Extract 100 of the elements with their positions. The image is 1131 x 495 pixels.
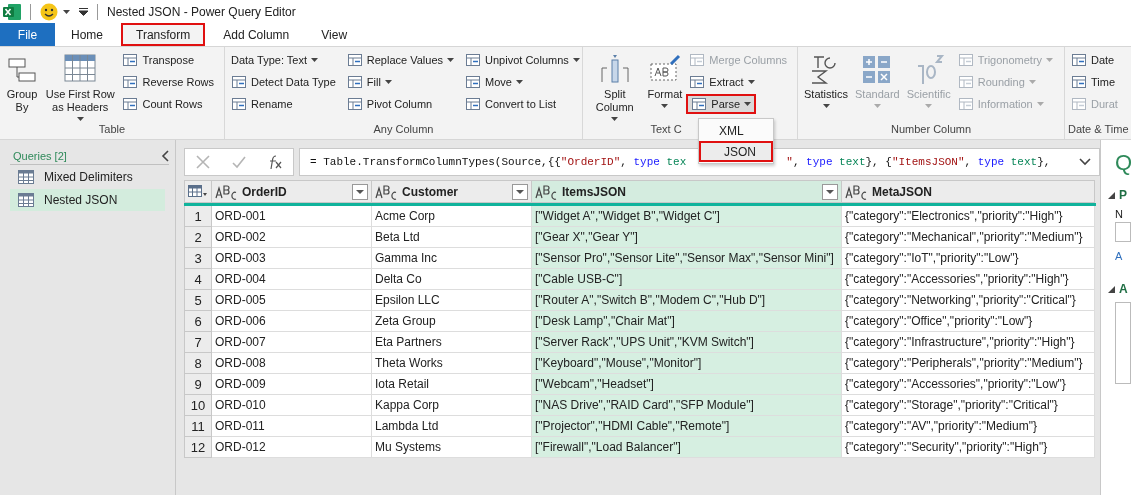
ribbon-button[interactable]: Time — [1068, 72, 1119, 92]
ribbon-tab[interactable]: Home — [57, 23, 117, 46]
ribbon-tab[interactable]: Add Column — [209, 23, 304, 46]
ribbon-button[interactable]: Split Column — [586, 50, 644, 122]
ribbon-button[interactable]: Extract — [686, 72, 758, 92]
ribbon-button[interactable]: Unpivot Columns — [462, 50, 583, 70]
expand-icon — [1079, 158, 1091, 166]
table-cell: ["Keyboard","Mouse","Monitor"] — [532, 353, 842, 374]
ribbon-button[interactable]: Move — [462, 72, 526, 92]
ribbon-button[interactable]: Convert to List — [462, 94, 559, 114]
row-number: 1 — [184, 206, 212, 227]
ribbon-icon — [346, 96, 363, 112]
menu-item[interactable]: XML — [699, 120, 773, 141]
table-cell: ["Widget A","Widget B","Widget C"] — [532, 206, 842, 227]
ribbon-icon — [689, 74, 706, 90]
table-cell: ["Webcam","Headset"] — [532, 374, 842, 395]
ribbon-button[interactable]: Reverse Rows — [119, 72, 217, 92]
name-field[interactable] — [1115, 222, 1131, 242]
ribbon-button[interactable]: Data Type: Text — [228, 50, 322, 70]
query-item[interactable]: Mixed Delimiters — [10, 166, 165, 188]
cancel-icon — [195, 154, 211, 170]
table-cell: ["Gear X","Gear Y"] — [532, 227, 842, 248]
ribbon-button[interactable]: Pivot Column — [343, 94, 436, 114]
table-cell: {"category":"Storage","priority":"Critical"} — [842, 395, 1095, 416]
ribbon-button[interactable]: Detect Data Type — [228, 72, 339, 92]
table-cell: ORD-011 — [212, 416, 372, 437]
column-header[interactable]: OrderID — [212, 180, 372, 203]
ribbon-icon — [689, 52, 706, 68]
section-heading: P — [1119, 188, 1127, 202]
queries-title: Queries [2] — [13, 150, 67, 162]
query-item[interactable]: Nested JSON — [10, 189, 165, 211]
table-cell: ["Router A","Switch B","Modem C","Hub D"] — [532, 290, 842, 311]
file-tab[interactable]: File — [0, 23, 55, 46]
table-cell: {"category":"Accessories","priority":"Low"} — [842, 374, 1095, 395]
ribbon-button[interactable]: Replace Values — [343, 50, 458, 70]
ribbon-icon — [957, 52, 974, 68]
table-cell: ORD-005 — [212, 290, 372, 311]
ribbon-button[interactable]: Parse — [686, 94, 757, 114]
ribbon-tab[interactable]: Transform — [121, 23, 206, 46]
table-icon — [18, 193, 34, 207]
table-cell: {"category":"Accessories","priority":"High"} — [842, 269, 1095, 290]
ribbon-icon — [648, 54, 681, 84]
smiley-icon — [40, 2, 58, 21]
group-label: Any Column — [373, 123, 434, 135]
ribbon-icon — [465, 52, 482, 68]
table-cell: {"category":"Networking","priority":"Critical"} — [842, 290, 1095, 311]
table-cell: Mu Systems — [372, 437, 532, 458]
formula-text: = Table.TransformColumnTypes(Source,{{"OrderID", type tex — [310, 156, 687, 168]
ribbon-icon — [465, 74, 482, 90]
group-label: Date & Time — [1068, 123, 1129, 135]
ribbon-button[interactable]: Count Rows — [119, 94, 206, 114]
ribbon-icon — [691, 96, 708, 112]
customize-toolbar-icon — [79, 7, 88, 16]
table-cell: Zeta Group — [372, 311, 532, 332]
ribbon-button[interactable]: Group By — [3, 50, 41, 122]
table-cell: {"category":"Infrastructure","priority":"High"} — [842, 332, 1095, 353]
row-number: 4 — [184, 269, 212, 290]
table-cell: Gamma Inc — [372, 248, 532, 269]
ribbon-button[interactable]: Format — [644, 50, 686, 122]
table-cell: {"category":"Office","priority":"Low"} — [842, 311, 1095, 332]
table-cell: {"category":"AV","priority":"Medium"} — [842, 416, 1095, 437]
table-cell: Beta Ltd — [372, 227, 532, 248]
text-type-icon — [375, 183, 397, 200]
check-icon — [231, 154, 247, 170]
table-cell: {"category":"Electronics","priority":"High"} — [842, 206, 1095, 227]
ribbon-icon — [346, 74, 363, 90]
ribbon-icon — [957, 96, 974, 112]
ribbon-button[interactable]: Use First Row as Headers — [42, 50, 119, 122]
column-header[interactable]: MetaJSON — [842, 180, 1095, 203]
ribbon-button[interactable]: Statistics — [801, 50, 851, 122]
table-cell: Acme Corp — [372, 206, 532, 227]
menu-item[interactable]: JSON — [699, 141, 773, 162]
formula-text: ", type text}, {"ItemsJSON", type text}, — [786, 156, 1051, 168]
ribbon-button[interactable]: Date — [1068, 50, 1118, 70]
table-cell: {"category":"Security","priority":"High"} — [842, 437, 1095, 458]
collapse-icon — [1108, 191, 1115, 199]
column-header[interactable]: ItemsJSON — [532, 180, 842, 203]
ribbon-icon — [231, 96, 247, 112]
column-header[interactable]: Customer — [372, 180, 532, 203]
group-label: Text C — [650, 123, 682, 135]
table-cell: ORD-004 — [212, 269, 372, 290]
ribbon-icon — [598, 54, 631, 84]
ribbon-button[interactable]: Transpose — [119, 50, 198, 70]
table-cell: ["Desk Lamp","Chair Mat"] — [532, 311, 842, 332]
ribbon-icon — [465, 96, 482, 112]
ribbon-tab[interactable]: View — [307, 23, 362, 46]
ribbon-icon — [64, 54, 97, 84]
table-cell: Eta Partners — [372, 332, 532, 353]
table-cell: ORD-006 — [212, 311, 372, 332]
steps-list[interactable] — [1115, 302, 1131, 384]
row-number: 5 — [184, 290, 212, 311]
ribbon-button[interactable]: Fill — [343, 72, 395, 92]
ribbon-icon — [231, 74, 247, 90]
row-number: 12 — [184, 437, 212, 458]
row-number: 7 — [184, 332, 212, 353]
text-type-icon — [535, 183, 557, 200]
ribbon-button[interactable]: Rename — [228, 94, 296, 114]
table-cell: ["Firewall","Load Balancer"] — [532, 437, 842, 458]
pane-link[interactable]: A — [1115, 250, 1131, 262]
table-cell: Lambda Ltd — [372, 416, 532, 437]
